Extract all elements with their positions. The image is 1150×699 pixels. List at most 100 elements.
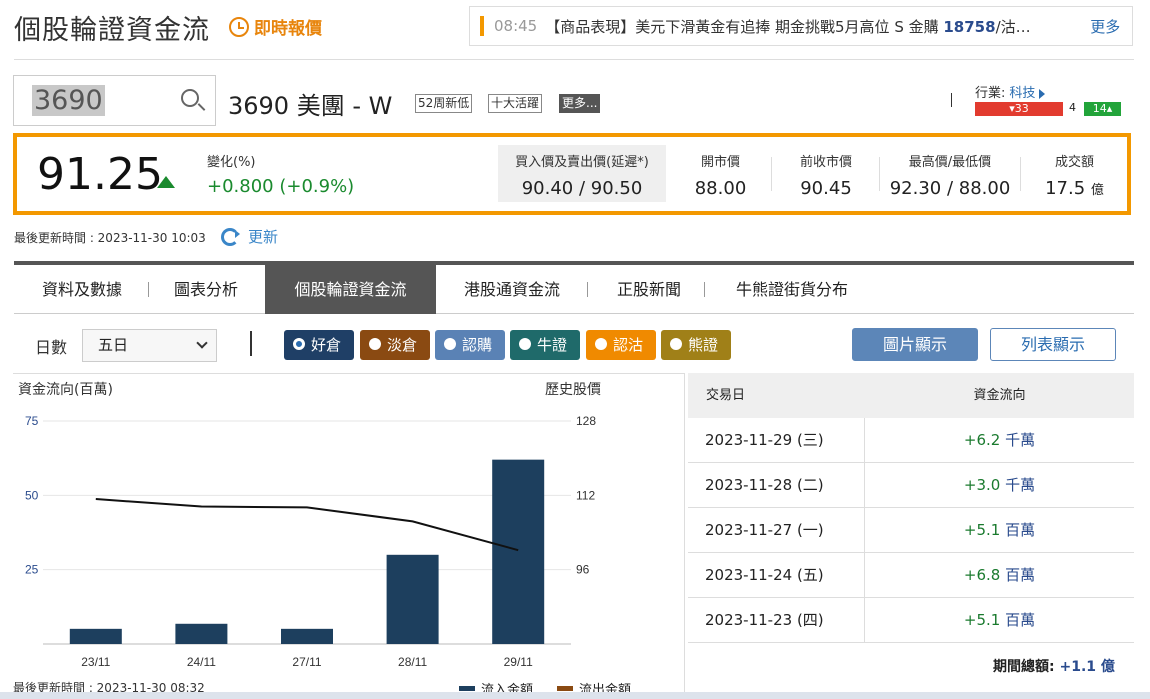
- open-value: 88.00: [694, 178, 747, 199]
- high-low-value: 92.30 / 88.00: [889, 178, 1011, 199]
- ticker-headline[interactable]: 【商品表現】美元下滑黃金有追捧 期金挑戰5月高位 S 金購 18758/沽…: [545, 16, 1080, 37]
- divider: [250, 331, 252, 356]
- tab-data[interactable]: 資料及數據: [22, 265, 142, 314]
- divider: [14, 59, 1134, 60]
- list-view-button[interactable]: 列表顯示: [990, 328, 1116, 361]
- last-price: 91.25: [37, 149, 163, 200]
- row-date: 2023-11-24 (五): [688, 553, 865, 597]
- tab-bar: 資料及數據 圖表分析 個股輪證資金流 港股通資金流 正股新聞 牛熊證街貨分布: [14, 265, 1134, 314]
- search-value: 3690: [32, 85, 105, 116]
- radio-bull-cbbc[interactable]: 牛證: [510, 330, 580, 360]
- left-tick-label: 25: [25, 563, 39, 577]
- tab-chart-analysis[interactable]: 圖表分析: [156, 265, 256, 314]
- tab-warrant-fund-flow[interactable]: 個股輪證資金流: [265, 265, 436, 314]
- table-row: 2023-11-24 (五) +6.8 百萬: [688, 553, 1134, 598]
- row-unit: 千萬: [1005, 431, 1036, 449]
- industry-info: 行業: 科技: [975, 82, 1046, 101]
- realtime-label: 即時報價: [254, 19, 322, 39]
- ticker-headline-text: 【商品表現】美元下滑黃金有追捧 期金挑戰5月高位 S 金購: [545, 17, 944, 36]
- header-flow: 資金流向: [973, 388, 1026, 403]
- bar: [386, 554, 439, 644]
- ticker-more-link[interactable]: 更多: [1090, 16, 1120, 37]
- x-tick-label: 28/11: [398, 655, 427, 669]
- turnover-unit: 億: [1090, 183, 1104, 198]
- right-axis-label: 歷史股價: [545, 382, 601, 398]
- days-label: 日數: [35, 338, 68, 357]
- x-tick-label: 29/11: [504, 655, 533, 669]
- refresh-button[interactable]: 更新: [248, 226, 278, 247]
- change-label: 變化(%): [207, 155, 256, 170]
- divider: [148, 282, 149, 297]
- x-tick-label: 27/11: [292, 655, 321, 669]
- image-view-button[interactable]: 圖片顯示: [852, 328, 978, 361]
- refresh-icon[interactable]: [221, 228, 240, 246]
- change-value: +0.800 (+0.9%): [207, 176, 355, 197]
- days-select-value: 五日: [98, 336, 129, 354]
- stock-name: 3690 美團 - W: [228, 92, 393, 120]
- table-row: 2023-11-27 (一) +5.1 百萬: [688, 508, 1134, 553]
- radio-bull-position[interactable]: 好倉: [284, 330, 354, 360]
- total-value: +1.1 億: [1059, 659, 1115, 675]
- caret-right-icon: [1039, 88, 1046, 99]
- bid-ask-box: 買入價及賣出價(延遲*) 90.40 / 90.50: [498, 145, 666, 202]
- bar: [175, 623, 228, 644]
- row-date: 2023-11-23 (四): [688, 598, 865, 642]
- legend-inflow-swatch: [459, 686, 475, 691]
- row-date: 2023-11-27 (一): [688, 508, 865, 552]
- ticker-tail: /沽…: [995, 17, 1031, 36]
- news-ticker[interactable]: 08:45 【商品表現】美元下滑黃金有追捧 期金挑戰5月高位 S 金購 1875…: [469, 6, 1133, 46]
- quote-panel: 91.25 變化(%) +0.800 (+0.9%) 買入價及賣出價(延遲*) …: [13, 133, 1131, 215]
- tag-more-button[interactable]: 更多...: [559, 94, 601, 113]
- fund-flow-chart: 資金流向(百萬) 歷史股價 75 50 25 128 112 96 23/11 24/11 27…: [13, 373, 685, 699]
- ticker-accent-bar: [480, 16, 484, 36]
- left-tick-label: 75: [25, 414, 39, 428]
- bar: [69, 628, 122, 644]
- fund-flow-table: 交易日 資金流向 2023-11-29 (三) +6.2 千萬 2023-11-…: [688, 373, 1134, 643]
- industry-label: 行業:: [975, 86, 1006, 101]
- radio-icon: [595, 338, 607, 350]
- radio-bear-position[interactable]: 淡倉: [360, 330, 430, 360]
- industry-flat-count: 4: [1069, 101, 1076, 114]
- divider: [1020, 157, 1021, 191]
- period-total: 期間總額: +1.1 億: [993, 656, 1115, 676]
- clock-icon: [229, 16, 249, 37]
- ticker-number: 18758: [943, 17, 996, 36]
- right-tick-label: 128: [576, 414, 596, 428]
- row-date: 2023-11-29 (三): [688, 418, 865, 462]
- tag-top-active[interactable]: 十大活躍: [488, 94, 543, 113]
- search-input[interactable]: 3690: [13, 75, 216, 126]
- radio-icon: [519, 338, 531, 350]
- tab-cbbc-distribution[interactable]: 牛熊證街貨分布: [717, 265, 867, 314]
- radio-bear-cbbc[interactable]: 熊證: [661, 330, 731, 360]
- tag-52-week-low[interactable]: 52周新低: [415, 94, 473, 113]
- industry-up-count: 14▴: [1084, 102, 1121, 116]
- radio-call[interactable]: 認購: [435, 330, 505, 360]
- realtime-quote-link[interactable]: 即時報價: [229, 14, 322, 39]
- table-row: 2023-11-28 (二) +3.0 千萬: [688, 463, 1134, 508]
- divider: [951, 93, 952, 107]
- radio-put[interactable]: 認沽: [586, 330, 656, 360]
- divider: [704, 282, 705, 297]
- tab-news[interactable]: 正股新聞: [599, 265, 699, 314]
- page-bottom-bar: [0, 692, 1150, 699]
- ticker-time: 08:45: [494, 17, 538, 35]
- row-unit: 百萬: [1005, 566, 1036, 584]
- chevron-down-icon: [196, 337, 208, 349]
- tab-connect-fund-flow[interactable]: 港股通資金流: [447, 265, 577, 314]
- right-tick-label: 112: [576, 488, 595, 502]
- days-select[interactable]: 五日: [82, 329, 217, 362]
- header-date: 交易日: [706, 388, 746, 403]
- x-tick-label: 24/11: [187, 655, 216, 669]
- last-updated: 最後更新時間 : 2023-11-30 10:03: [14, 231, 206, 245]
- x-tick-label: 23/11: [81, 655, 110, 669]
- row-value: +6.8: [963, 566, 1001, 584]
- total-label: 期間總額:: [993, 659, 1055, 675]
- table-row: 2023-11-29 (三) +6.2 千萬: [688, 418, 1134, 463]
- divider: [587, 282, 588, 297]
- up-arrow-icon: [157, 176, 175, 188]
- radio-icon: [369, 338, 381, 350]
- row-value: +3.0: [963, 476, 1001, 494]
- page-title: 個股輪證資金流: [14, 15, 210, 46]
- search-icon[interactable]: [181, 89, 199, 107]
- industry-link[interactable]: 科技: [1009, 86, 1035, 101]
